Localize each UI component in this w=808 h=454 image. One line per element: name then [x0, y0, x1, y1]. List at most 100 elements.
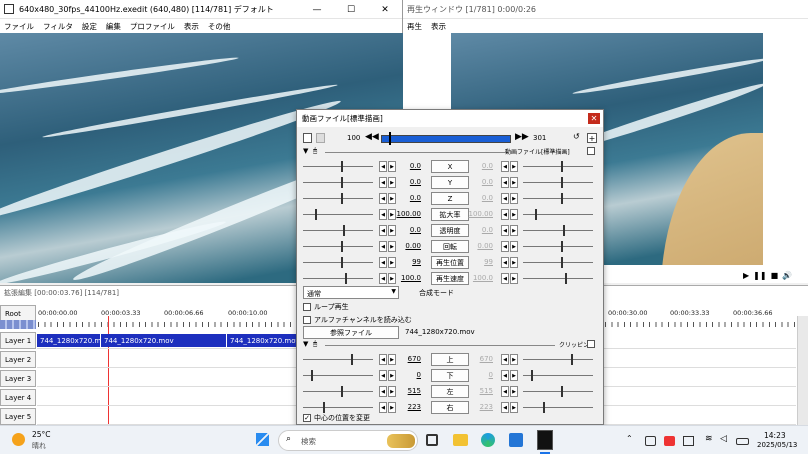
- end-value-slider[interactable]: [523, 177, 593, 188]
- param-button[interactable]: 透明度: [431, 224, 469, 237]
- task-view-icon[interactable]: [426, 434, 438, 446]
- start-value-slider[interactable]: [303, 193, 373, 204]
- start-value-slider[interactable]: [303, 177, 373, 188]
- undo-icon[interactable]: ↺: [573, 132, 580, 141]
- aviutl-app-icon[interactable]: [537, 430, 553, 450]
- increment-arrow-icon[interactable]: ▶: [510, 402, 518, 413]
- chevron-up-icon[interactable]: ⌃: [626, 434, 633, 443]
- center-position-option[interactable]: ✓ 中心の位置を変更: [303, 413, 370, 423]
- param-button[interactable]: 下: [431, 369, 469, 382]
- minimize-button[interactable]: —: [300, 0, 334, 19]
- end-value[interactable]: 0.0: [467, 194, 493, 202]
- clipping-checkbox[interactable]: [587, 340, 595, 348]
- decrement-arrow-icon[interactable]: ◀: [501, 161, 509, 172]
- menu-play[interactable]: 再生: [407, 21, 422, 32]
- tray-sync-icon[interactable]: [645, 436, 656, 446]
- weather-description[interactable]: 晴れ: [32, 441, 46, 451]
- decrement-arrow-icon[interactable]: ◀: [379, 209, 387, 220]
- param-button[interactable]: 上: [431, 353, 469, 366]
- maximize-button[interactable]: ☐: [334, 0, 368, 19]
- reference-file-button[interactable]: 参照ファイル: [303, 326, 399, 339]
- decrement-arrow-icon[interactable]: ◀: [379, 402, 387, 413]
- end-value[interactable]: 0.00: [467, 242, 493, 250]
- param-button[interactable]: Z: [431, 192, 469, 205]
- param-button[interactable]: 回転: [431, 240, 469, 253]
- decrement-arrow-icon[interactable]: ◀: [379, 193, 387, 204]
- layer-header-1[interactable]: Layer 1: [0, 332, 36, 349]
- decrement-arrow-icon[interactable]: ◀: [501, 370, 509, 381]
- store-icon[interactable]: [509, 433, 523, 447]
- blend-mode-select[interactable]: 通常 ▼: [303, 286, 399, 299]
- weather-temperature[interactable]: 25°C: [32, 430, 51, 439]
- end-value[interactable]: 670: [467, 355, 493, 363]
- menu-file[interactable]: ファイル: [4, 21, 34, 32]
- tray-bluetooth-icon[interactable]: [683, 436, 694, 446]
- start-value[interactable]: 0.0: [395, 178, 421, 186]
- decrement-arrow-icon[interactable]: ◀: [501, 257, 509, 268]
- collapse-triangle-icon[interactable]: ▼: [303, 340, 308, 348]
- stop-button[interactable]: ■: [771, 271, 779, 280]
- end-value[interactable]: 515: [467, 387, 493, 395]
- start-value[interactable]: 0: [395, 371, 421, 379]
- decrement-arrow-icon[interactable]: ◀: [501, 402, 509, 413]
- start-value-slider[interactable]: [303, 402, 373, 413]
- section-enable-checkbox[interactable]: [587, 147, 595, 155]
- alpha-channel-option[interactable]: アルファチャンネルを読み込む: [303, 315, 412, 325]
- start-value-slider[interactable]: [303, 225, 373, 236]
- end-value-slider[interactable]: [523, 225, 593, 236]
- seek-forward-icon[interactable]: ▶▶: [515, 132, 529, 142]
- decrement-arrow-icon[interactable]: ◀: [501, 209, 509, 220]
- decrement-arrow-icon[interactable]: ◀: [379, 177, 387, 188]
- decrement-arrow-icon[interactable]: ◀: [501, 354, 509, 365]
- increment-arrow-icon[interactable]: ▶: [510, 177, 518, 188]
- decrement-arrow-icon[interactable]: ◀: [379, 273, 387, 284]
- decrement-arrow-icon[interactable]: ◀: [501, 225, 509, 236]
- increment-arrow-icon[interactable]: ▶: [510, 273, 518, 284]
- end-value[interactable]: 99: [467, 258, 493, 266]
- end-value[interactable]: 0: [467, 371, 493, 379]
- decrement-arrow-icon[interactable]: ◀: [379, 257, 387, 268]
- end-value[interactable]: 100.0: [467, 274, 493, 282]
- increment-arrow-icon[interactable]: ▶: [510, 354, 518, 365]
- param-button[interactable]: Y: [431, 176, 469, 189]
- menu-edit[interactable]: 編集: [106, 21, 121, 32]
- start-value-slider[interactable]: [303, 370, 373, 381]
- decrement-arrow-icon[interactable]: ◀: [379, 241, 387, 252]
- play-button[interactable]: ▶: [743, 271, 749, 280]
- end-value-slider[interactable]: [523, 241, 593, 252]
- start-value-slider[interactable]: [303, 241, 373, 252]
- start-value-slider[interactable]: [303, 161, 373, 172]
- increment-arrow-icon[interactable]: ▶: [510, 225, 518, 236]
- layer-header-3[interactable]: Layer 3: [0, 370, 36, 387]
- decrement-arrow-icon[interactable]: ◀: [379, 161, 387, 172]
- end-value-slider[interactable]: [523, 386, 593, 397]
- param-button[interactable]: 再生位置: [431, 256, 469, 269]
- start-value[interactable]: 670: [395, 355, 421, 363]
- menu-other[interactable]: その他: [208, 21, 231, 32]
- layer-header-5[interactable]: Layer 5: [0, 408, 36, 425]
- increment-arrow-icon[interactable]: ▶: [510, 161, 518, 172]
- end-value-slider[interactable]: [523, 273, 593, 284]
- timeline-clip[interactable]: 744_1280x720.mov: [101, 334, 227, 347]
- menu-preview-view[interactable]: 表示: [431, 21, 446, 32]
- decrement-arrow-icon[interactable]: ◀: [379, 370, 387, 381]
- decrement-arrow-icon[interactable]: ◀: [501, 193, 509, 204]
- end-value-slider[interactable]: [523, 402, 593, 413]
- start-value-slider[interactable]: [303, 386, 373, 397]
- start-value-slider[interactable]: [303, 354, 373, 365]
- increment-arrow-icon[interactable]: ▶: [510, 241, 518, 252]
- end-value-slider[interactable]: [523, 209, 593, 220]
- end-value-slider[interactable]: [523, 370, 593, 381]
- main-title-bar[interactable]: 640x480_30fps_44100Hz.exedit (640,480) […: [0, 0, 402, 19]
- end-value-slider[interactable]: [523, 354, 593, 365]
- windows-start-icon[interactable]: [256, 433, 269, 446]
- tray-app-icon[interactable]: [664, 436, 675, 446]
- search-box[interactable]: ⌕ 検索: [278, 430, 418, 451]
- increment-arrow-icon[interactable]: ▶: [510, 257, 518, 268]
- start-value[interactable]: 0.0: [395, 162, 421, 170]
- layer-header-2[interactable]: Layer 2: [0, 351, 36, 368]
- param-button[interactable]: 右: [431, 401, 469, 414]
- frame-range-cursor[interactable]: [389, 132, 391, 145]
- next-frame-icon[interactable]: [316, 133, 325, 143]
- preview-title-bar[interactable]: 再生ウィンドウ [1/781] 0:00/0:26: [403, 0, 808, 19]
